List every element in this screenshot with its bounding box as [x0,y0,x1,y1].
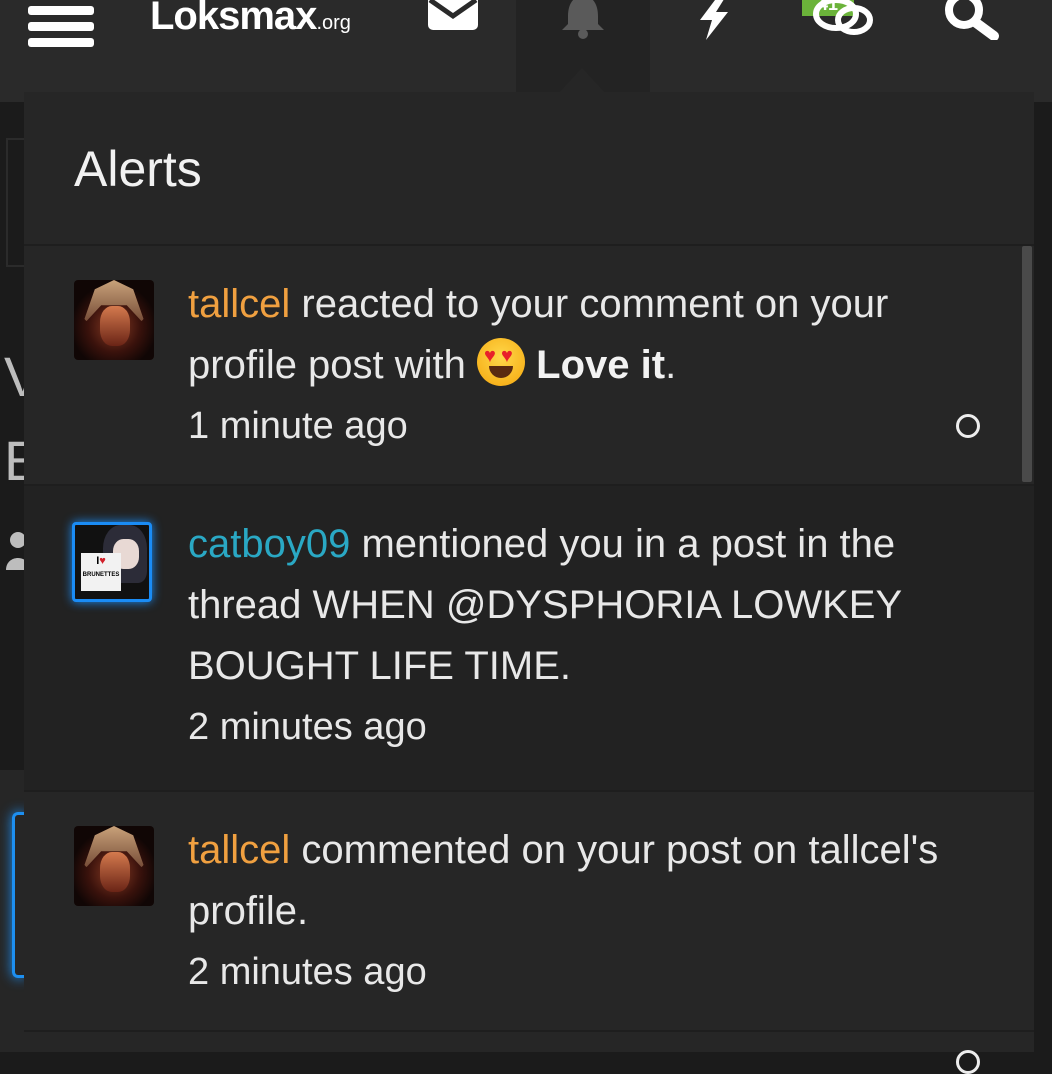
alerts-dropdown: Alerts tallcel reacted to your comment o… [24,92,1034,1074]
user-icon [6,532,24,570]
dropdown-pointer [558,68,606,94]
mark-read-toggle[interactable] [956,414,980,438]
alert-time: 2 minutes ago [188,706,427,748]
mark-read-toggle[interactable] [956,1050,980,1074]
alert-message[interactable]: commented on your post on tallcel's prof… [188,828,938,933]
bell-icon [562,0,604,39]
alerts-title: Alerts [74,141,202,197]
alert-username[interactable]: tallcel [188,828,290,872]
bolt-icon[interactable] [696,0,732,40]
avatar-sign: I♥ BRUNETTES [81,553,121,591]
alert-time: 2 minutes ago [188,951,427,993]
alerts-header: Alerts [24,92,1034,246]
avatar[interactable]: I♥ BRUNETTES [72,522,152,602]
alert-item[interactable]: I♥ BRUNETTES catboy09 mentioned you in a … [24,486,1034,832]
site-logo[interactable]: Loooksksmax.org [150,0,351,39]
alert-item[interactable]: tallcel commented on your post on tallce… [24,792,1034,1074]
scrollbar[interactable] [1022,246,1032,482]
logo-text-tail: ksmax [196,0,318,38]
alert-username[interactable]: tallcel [188,282,290,326]
menu-icon[interactable] [28,6,94,47]
conversations-icon[interactable] [812,0,876,40]
alert-punctuation: . [665,343,677,387]
envelope-icon[interactable] [426,0,480,36]
avatar[interactable] [74,280,154,360]
heart-eyes-emoji-icon [477,338,526,386]
avatar[interactable] [74,826,154,906]
alert-item[interactable]: tallcel reacted to your comment on your … [24,246,1034,486]
alert-text: tallcel commented on your post on tallce… [188,820,988,1003]
alert-time: 1 minute ago [188,405,408,447]
alert-text: tallcel reacted to your comment on your … [188,274,988,457]
alert-username[interactable]: catboy09 [188,522,350,566]
logo-text-start: Lo [150,0,198,38]
reaction-name: Love it [536,343,666,387]
alert-text: catboy09 mentioned you in a post in the … [188,514,988,758]
search-icon[interactable] [944,0,1000,40]
logo-suffix: .org [316,12,351,34]
top-navigation-bar: Loooksksmax.org 41 [0,0,1052,102]
